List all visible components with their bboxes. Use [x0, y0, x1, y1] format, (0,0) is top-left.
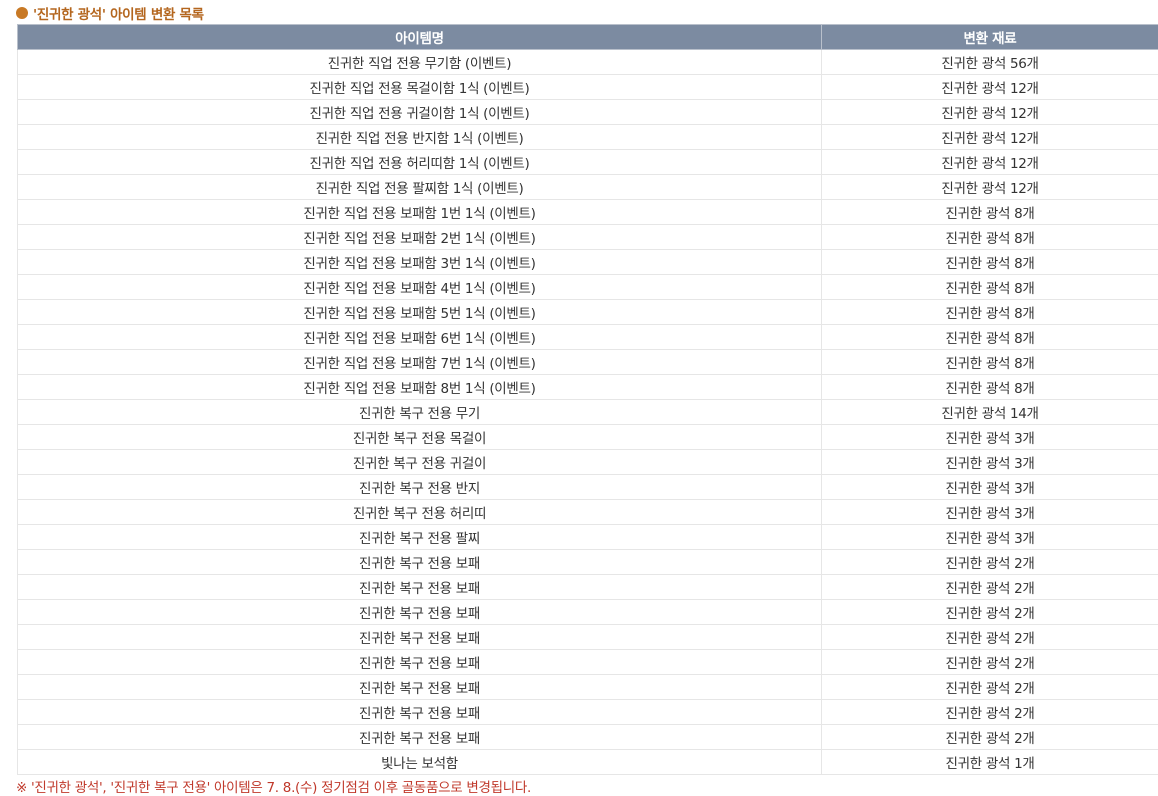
item-name-cell: 진귀한 직업 전용 보패함 6번 1식 (이벤트) [18, 325, 822, 350]
material-cell: 진귀한 광석 12개 [822, 75, 1158, 100]
material-cell: 진귀한 광석 3개 [822, 525, 1158, 550]
material-cell: 진귀한 광석 12개 [822, 150, 1158, 175]
table-row: 진귀한 직업 전용 목걸이함 1식 (이벤트)진귀한 광석 12개 [18, 75, 1158, 100]
table-row: 진귀한 직업 전용 귀걸이함 1식 (이벤트)진귀한 광석 12개 [18, 100, 1158, 125]
table-row: 진귀한 복구 전용 보패진귀한 광석 2개 [18, 700, 1158, 725]
item-name-cell: 진귀한 복구 전용 무기 [18, 400, 822, 425]
material-cell: 진귀한 광석 2개 [822, 575, 1158, 600]
conversion-table: 아이템명 변환 재료 진귀한 직업 전용 무기함 (이벤트)진귀한 광석 56개… [17, 24, 1158, 775]
item-name-cell: 빛나는 보석함 [18, 750, 822, 775]
column-header-material: 변환 재료 [822, 25, 1158, 50]
material-cell: 진귀한 광석 8개 [822, 350, 1158, 375]
table-row: 진귀한 직업 전용 보패함 4번 1식 (이벤트)진귀한 광석 8개 [18, 275, 1158, 300]
table-row: 진귀한 직업 전용 보패함 2번 1식 (이벤트)진귀한 광석 8개 [18, 225, 1158, 250]
material-cell: 진귀한 광석 2개 [822, 700, 1158, 725]
material-cell: 진귀한 광석 2개 [822, 600, 1158, 625]
material-cell: 진귀한 광석 12개 [822, 175, 1158, 200]
material-cell: 진귀한 광석 14개 [822, 400, 1158, 425]
item-name-cell: 진귀한 복구 전용 목걸이 [18, 425, 822, 450]
material-cell: 진귀한 광석 1개 [822, 750, 1158, 775]
table-row: 진귀한 직업 전용 보패함 8번 1식 (이벤트)진귀한 광석 8개 [18, 375, 1158, 400]
material-cell: 진귀한 광석 8개 [822, 225, 1158, 250]
material-cell: 진귀한 광석 8개 [822, 250, 1158, 275]
table-row: 진귀한 복구 전용 보패진귀한 광석 2개 [18, 725, 1158, 750]
item-name-cell: 진귀한 직업 전용 보패함 7번 1식 (이벤트) [18, 350, 822, 375]
table-row: 진귀한 직업 전용 보패함 7번 1식 (이벤트)진귀한 광석 8개 [18, 350, 1158, 375]
item-name-cell: 진귀한 복구 전용 보패 [18, 675, 822, 700]
table-row: 진귀한 복구 전용 목걸이진귀한 광석 3개 [18, 425, 1158, 450]
material-cell: 진귀한 광석 8개 [822, 325, 1158, 350]
material-cell: 진귀한 광석 2개 [822, 550, 1158, 575]
item-name-cell: 진귀한 직업 전용 보패함 1번 1식 (이벤트) [18, 200, 822, 225]
item-name-cell: 진귀한 복구 전용 허리띠 [18, 500, 822, 525]
item-name-cell: 진귀한 복구 전용 보패 [18, 625, 822, 650]
table-row: 진귀한 직업 전용 반지함 1식 (이벤트)진귀한 광석 12개 [18, 125, 1158, 150]
material-cell: 진귀한 광석 8개 [822, 300, 1158, 325]
table-row: 진귀한 복구 전용 보패진귀한 광석 2개 [18, 625, 1158, 650]
table-row: 진귀한 복구 전용 반지진귀한 광석 3개 [18, 475, 1158, 500]
table-row: 진귀한 복구 전용 보패진귀한 광석 2개 [18, 575, 1158, 600]
table-row: 진귀한 복구 전용 보패진귀한 광석 2개 [18, 650, 1158, 675]
table-row: 진귀한 직업 전용 허리띠함 1식 (이벤트)진귀한 광석 12개 [18, 150, 1158, 175]
footnote: ※ '진귀한 광석', '진귀한 복구 전용' 아이템은 7. 8.(수) 정기… [16, 776, 531, 796]
table-row: 빛나는 보석함진귀한 광석 1개 [18, 750, 1158, 775]
table-row: 진귀한 직업 전용 보패함 5번 1식 (이벤트)진귀한 광석 8개 [18, 300, 1158, 325]
item-name-cell: 진귀한 복구 전용 보패 [18, 600, 822, 625]
item-name-cell: 진귀한 복구 전용 보패 [18, 700, 822, 725]
material-cell: 진귀한 광석 8개 [822, 375, 1158, 400]
table-row: 진귀한 복구 전용 귀걸이진귀한 광석 3개 [18, 450, 1158, 475]
item-name-cell: 진귀한 복구 전용 보패 [18, 725, 822, 750]
column-header-item-name: 아이템명 [18, 25, 822, 50]
table-row: 진귀한 직업 전용 무기함 (이벤트)진귀한 광석 56개 [18, 50, 1158, 75]
item-name-cell: 진귀한 직업 전용 무기함 (이벤트) [18, 50, 822, 75]
table-row: 진귀한 복구 전용 보패진귀한 광석 2개 [18, 550, 1158, 575]
item-name-cell: 진귀한 복구 전용 보패 [18, 650, 822, 675]
item-name-cell: 진귀한 직업 전용 보패함 2번 1식 (이벤트) [18, 225, 822, 250]
material-cell: 진귀한 광석 2개 [822, 725, 1158, 750]
bullet-icon [16, 7, 28, 19]
table-row: 진귀한 직업 전용 팔찌함 1식 (이벤트)진귀한 광석 12개 [18, 175, 1158, 200]
material-cell: 진귀한 광석 2개 [822, 650, 1158, 675]
item-name-cell: 진귀한 직업 전용 보패함 4번 1식 (이벤트) [18, 275, 822, 300]
material-cell: 진귀한 광석 3개 [822, 425, 1158, 450]
item-name-cell: 진귀한 직업 전용 허리띠함 1식 (이벤트) [18, 150, 822, 175]
material-cell: 진귀한 광석 56개 [822, 50, 1158, 75]
material-cell: 진귀한 광석 2개 [822, 675, 1158, 700]
table-row: 진귀한 직업 전용 보패함 1번 1식 (이벤트)진귀한 광석 8개 [18, 200, 1158, 225]
material-cell: 진귀한 광석 2개 [822, 625, 1158, 650]
item-name-cell: 진귀한 복구 전용 귀걸이 [18, 450, 822, 475]
item-name-cell: 진귀한 복구 전용 보패 [18, 550, 822, 575]
table-row: 진귀한 복구 전용 무기진귀한 광석 14개 [18, 400, 1158, 425]
item-name-cell: 진귀한 직업 전용 보패함 5번 1식 (이벤트) [18, 300, 822, 325]
item-name-cell: 진귀한 복구 전용 반지 [18, 475, 822, 500]
table-body: 진귀한 직업 전용 무기함 (이벤트)진귀한 광석 56개진귀한 직업 전용 목… [18, 50, 1158, 775]
item-name-cell: 진귀한 직업 전용 귀걸이함 1식 (이벤트) [18, 100, 822, 125]
item-name-cell: 진귀한 직업 전용 보패함 8번 1식 (이벤트) [18, 375, 822, 400]
material-cell: 진귀한 광석 8개 [822, 200, 1158, 225]
table-row: 진귀한 직업 전용 보패함 6번 1식 (이벤트)진귀한 광석 8개 [18, 325, 1158, 350]
section-title: '진귀한 광석' 아이템 변환 목록 [16, 3, 204, 23]
item-name-cell: 진귀한 직업 전용 목걸이함 1식 (이벤트) [18, 75, 822, 100]
section-title-text: '진귀한 광석' 아이템 변환 목록 [33, 3, 204, 23]
table-row: 진귀한 직업 전용 보패함 3번 1식 (이벤트)진귀한 광석 8개 [18, 250, 1158, 275]
material-cell: 진귀한 광석 12개 [822, 100, 1158, 125]
item-name-cell: 진귀한 직업 전용 반지함 1식 (이벤트) [18, 125, 822, 150]
item-name-cell: 진귀한 직업 전용 보패함 3번 1식 (이벤트) [18, 250, 822, 275]
table-row: 진귀한 복구 전용 보패진귀한 광석 2개 [18, 600, 1158, 625]
material-cell: 진귀한 광석 12개 [822, 125, 1158, 150]
table-row: 진귀한 복구 전용 허리띠진귀한 광석 3개 [18, 500, 1158, 525]
table-row: 진귀한 복구 전용 팔찌진귀한 광석 3개 [18, 525, 1158, 550]
material-cell: 진귀한 광석 3개 [822, 450, 1158, 475]
table-header-row: 아이템명 변환 재료 [18, 25, 1158, 50]
material-cell: 진귀한 광석 3개 [822, 500, 1158, 525]
item-name-cell: 진귀한 복구 전용 보패 [18, 575, 822, 600]
table-row: 진귀한 복구 전용 보패진귀한 광석 2개 [18, 675, 1158, 700]
item-name-cell: 진귀한 복구 전용 팔찌 [18, 525, 822, 550]
material-cell: 진귀한 광석 3개 [822, 475, 1158, 500]
material-cell: 진귀한 광석 8개 [822, 275, 1158, 300]
item-name-cell: 진귀한 직업 전용 팔찌함 1식 (이벤트) [18, 175, 822, 200]
